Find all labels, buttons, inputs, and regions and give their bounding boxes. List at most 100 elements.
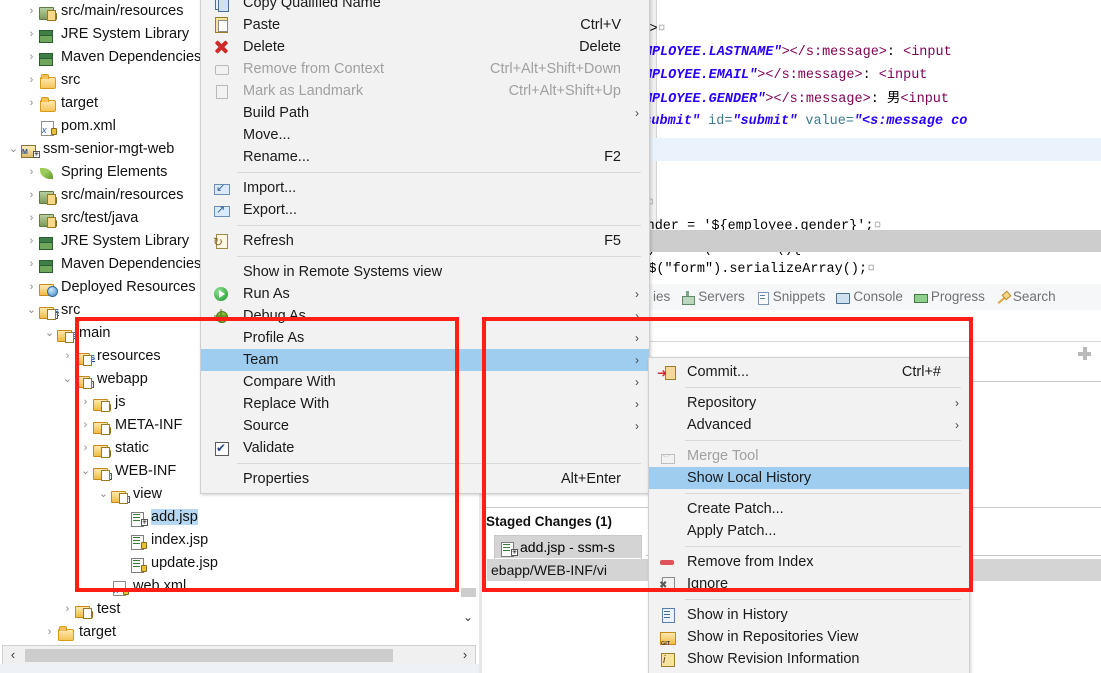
menu-item-show-local-history[interactable]: Show Local History <box>649 467 969 489</box>
chevron-right-icon[interactable]: › <box>24 276 39 299</box>
tab-progress[interactable]: Progress <box>908 284 990 310</box>
chevron-right-icon[interactable]: › <box>24 253 39 276</box>
menu-item-debug-as[interactable]: Debug As› <box>201 305 649 327</box>
scroll-down-arrow-icon[interactable]: ⌄ <box>460 608 476 626</box>
snippets-icon <box>755 291 770 304</box>
tab-snippets[interactable]: Snippets <box>750 284 831 310</box>
scroll-right-arrow-icon[interactable]: › <box>456 646 474 664</box>
tree-item-target[interactable]: ›target <box>0 621 462 644</box>
tree-item-update-jsp[interactable]: update.jsp <box>0 552 462 575</box>
code-line[interactable]: <input type="#">¤ <box>648 18 666 41</box>
menu-item-repository[interactable]: Repository› <box>649 392 969 414</box>
menu-item-advanced[interactable]: Advanced› <box>649 414 969 436</box>
menu-item-team[interactable]: Team› <box>201 349 649 371</box>
chevron-right-icon[interactable]: › <box>24 69 39 92</box>
tab-ies[interactable]: ies <box>648 284 675 310</box>
menu-item-show-in-repositories-view[interactable]: Show in Repositories View <box>649 626 969 648</box>
tab-search[interactable]: Search <box>990 284 1061 310</box>
menu-item-paste[interactable]: PasteCtrl+V <box>201 14 649 36</box>
list-item[interactable]: ✳ add.jsp - ssm-s <box>495 536 641 558</box>
chevron-down-icon[interactable]: ⌄ <box>60 368 75 391</box>
chevron-right-icon[interactable]: › <box>24 207 39 230</box>
view-tab-bar[interactable]: iesServersSnippetsConsoleProgressSearch <box>648 284 1101 310</box>
chevron-right-icon[interactable]: › <box>60 345 75 368</box>
lock-badge-icon <box>105 404 111 411</box>
chevron-down-icon[interactable]: ⌄ <box>78 460 93 483</box>
scroll-left-arrow-icon[interactable]: ‹ <box>4 646 22 664</box>
team-submenu[interactable]: Commit...Ctrl+#Repository›Advanced›Merge… <box>648 357 970 673</box>
tree-item-web-xml[interactable]: web.xml <box>0 575 462 598</box>
menu-item-label: Validate <box>243 440 294 456</box>
chevron-down-icon[interactable]: ⌄ <box>42 322 57 345</box>
menu-item-run-as[interactable]: Run As› <box>201 283 649 305</box>
code-token: <input <box>900 92 949 107</box>
menu-item-compare-with[interactable]: Compare With› <box>201 371 649 393</box>
menu-item-show-in-history[interactable]: Show in History <box>649 604 969 626</box>
chevron-down-icon[interactable]: ⌄ <box>6 138 21 161</box>
horizontal-scrollbar-thumb[interactable] <box>25 649 393 662</box>
menu-item-show-revision-information[interactable]: Show Revision Information <box>649 648 969 670</box>
tree-item-label: index.jsp <box>151 532 208 548</box>
chevron-right-icon[interactable]: › <box>78 414 93 437</box>
menu-item-move[interactable]: Move... <box>201 124 649 146</box>
jsp-source-editor[interactable]: <input type="#">¤<s:message code="EMPLOY… <box>648 0 1101 282</box>
chevron-down-icon[interactable]: ⌄ <box>96 483 111 506</box>
editor-horizontal-scrollbar[interactable] <box>650 230 1101 252</box>
tree-item-test[interactable]: ›test <box>0 598 462 621</box>
chevron-down-icon[interactable]: ⌄ <box>24 299 39 322</box>
menu-item-delete[interactable]: DeleteDelete <box>201 36 649 58</box>
menu-item-accelerator: F5 <box>604 230 621 252</box>
chevron-right-icon[interactable]: › <box>78 437 93 460</box>
chevron-right-icon[interactable]: › <box>78 391 93 414</box>
xml-file-icon <box>39 119 57 135</box>
tab-servers[interactable]: Servers <box>675 284 750 310</box>
code-token: "<s:message co <box>854 114 967 129</box>
vertical-scrollbar-thumb[interactable] <box>461 588 476 597</box>
menu-item-validate[interactable]: Validate <box>201 437 649 459</box>
chevron-right-icon[interactable]: › <box>60 598 75 621</box>
menu-item-profile-as[interactable]: Profile As› <box>201 327 649 349</box>
code-line[interactable]: <s:message code="EMPLOYEE.GENDER"></s:me… <box>648 87 949 110</box>
chevron-right-icon[interactable]: › <box>24 46 39 69</box>
menu-item-create-patch[interactable]: Create Patch... <box>649 498 969 520</box>
menu-item-label: Copy Qualified Name <box>243 0 381 11</box>
chevron-right-icon[interactable]: › <box>24 0 39 23</box>
chevron-right-icon[interactable]: › <box>24 230 39 253</box>
tree-item-label: Maven Dependencies <box>61 49 201 65</box>
code-line[interactable]: <input type="submit" id="submit" value="… <box>648 110 967 133</box>
menu-item-accelerator: Ctrl+# <box>902 361 941 383</box>
tree-item-add-jsp[interactable]: ✳add.jsp <box>0 506 462 529</box>
progress-icon <box>913 291 928 304</box>
menu-item-build-path[interactable]: Build Path› <box>201 102 649 124</box>
tree-item-label: main <box>79 325 110 341</box>
tree-item-index-jsp[interactable]: index.jsp <box>0 529 462 552</box>
plus-icon[interactable] <box>1078 347 1091 360</box>
tab-console[interactable]: Console <box>830 284 908 310</box>
menu-item-export[interactable]: Export... <box>201 199 649 221</box>
chevron-right-icon[interactable]: › <box>24 184 39 207</box>
menu-item-refresh[interactable]: RefreshF5 <box>201 230 649 252</box>
menu-item-commit[interactable]: Commit...Ctrl+# <box>649 361 969 383</box>
code-line[interactable]: <s:message code="EMPLOYEE.EMAIL"></s:mes… <box>648 64 936 87</box>
menu-item-ignore[interactable]: Ignore <box>649 573 969 595</box>
menu-item-replace-with[interactable]: Replace With› <box>201 393 649 415</box>
menu-item-show-in-remote-systems-view[interactable]: Show in Remote Systems view <box>201 261 649 283</box>
menu-item-remove-from-index[interactable]: Remove from Index <box>649 551 969 573</box>
chevron-right-icon[interactable]: › <box>42 621 57 644</box>
code-line[interactable]: <s:message code="EMPLOYEE.LASTNAME"></s:… <box>648 41 960 64</box>
menu-item-import[interactable]: Import... <box>201 177 649 199</box>
menu-item-properties[interactable]: PropertiesAlt+Enter <box>201 468 649 490</box>
menu-item-label: Import... <box>243 180 296 196</box>
menu-item-copy-qualified-name[interactable]: Copy Qualified Name <box>201 0 649 14</box>
project-icon: ✳ <box>21 142 39 158</box>
menu-item-rename[interactable]: Rename...F2 <box>201 146 649 168</box>
code-line[interactable]: var params = $("form").serializeArray();… <box>648 258 875 281</box>
chevron-right-icon[interactable]: › <box>24 161 39 184</box>
menu-item-apply-patch[interactable]: Apply Patch... <box>649 520 969 542</box>
project-explorer-context-menu[interactable]: Copy Qualified Name PasteCtrl+VDeleteDele… <box>200 0 650 494</box>
code-token: value= <box>797 114 854 129</box>
chevron-right-icon[interactable]: › <box>24 92 39 115</box>
explorer-horizontal-scrollbar[interactable]: ‹ › <box>2 645 476 665</box>
menu-item-source[interactable]: Source› <box>201 415 649 437</box>
chevron-right-icon[interactable]: › <box>24 23 39 46</box>
